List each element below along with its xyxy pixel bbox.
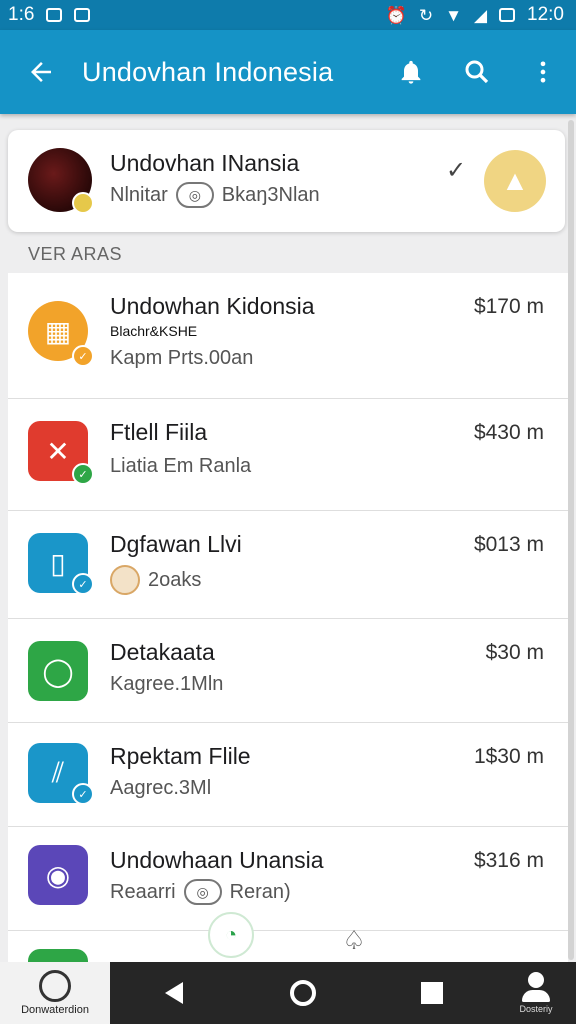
list-item-amount: $30 m xyxy=(485,641,544,664)
badge-icon: ✓ xyxy=(72,463,94,485)
status-bar: 1:6 ⏰ ↻ ▼ ◢ 12:0 xyxy=(0,0,576,30)
account-subtitle: Nlnitar ◎ Bkaŋ3Nlan xyxy=(110,182,320,208)
list-item-subtitle: Kapm Prts.00an xyxy=(110,347,254,369)
list-item[interactable]: ⫽ ✓ Rpektam Flile Aagrec.3Ml 1$30 m xyxy=(8,723,568,827)
list-item-title: Undowhaan Unansia xyxy=(110,847,324,873)
profile-caption: Donwaterdion xyxy=(21,1004,89,1016)
account-action-button[interactable]: ▲ xyxy=(484,150,546,212)
verified-badge-icon xyxy=(72,192,94,214)
smile-icon: ◎ xyxy=(183,879,222,905)
user-caption: Dosteriy xyxy=(519,1004,553,1014)
list-item-amount: 1$30 m xyxy=(473,745,544,768)
profile-avatar-icon xyxy=(39,970,71,1002)
battery-icon xyxy=(499,8,516,22)
status-time-right: 12:0 xyxy=(527,4,564,25)
page-title: Undovhan Indonesia xyxy=(82,56,334,87)
search-icon xyxy=(465,60,489,84)
coin-icon xyxy=(110,565,140,595)
list-item[interactable]: ◯ Detakaata Kagree.1Mln $30 m xyxy=(8,619,568,723)
nav-home-icon xyxy=(290,980,316,1006)
more-options-button[interactable] xyxy=(510,30,576,114)
list-item-sub-left: Reaarri xyxy=(110,880,176,903)
list-item-amount: $170 m xyxy=(473,295,544,318)
arrow-left-icon xyxy=(31,62,51,82)
list-item-amount: $013 m xyxy=(473,533,544,556)
back-button[interactable] xyxy=(0,30,82,114)
user-icon-body xyxy=(522,990,551,1002)
list-item-title: Ftlell Fiila xyxy=(110,419,208,445)
list-item-title: Undowhan Kidonsia xyxy=(110,293,315,319)
nav-home-button[interactable] xyxy=(239,962,368,1024)
list-item[interactable] xyxy=(8,931,568,963)
nav-back-icon xyxy=(165,982,184,1004)
status-time-left: 1:6 xyxy=(8,4,35,25)
more-vert-icon xyxy=(540,61,546,83)
nav-back-button[interactable] xyxy=(110,962,239,1024)
list-item-title: Dgfawan Llvi xyxy=(110,531,242,557)
list-item-amount: $430 m xyxy=(473,421,544,444)
list-item-subtitle: Kagree.1Mln xyxy=(110,673,224,695)
chat-icon[interactable]: ◔ xyxy=(208,912,254,958)
account-card[interactable]: Undovhan INansia Nlnitar ◎ Bkaŋ3Nlan ✓ ▲ xyxy=(8,130,565,232)
app-bar: Undovhan Indonesia xyxy=(0,30,576,114)
search-icon: ◯ xyxy=(28,641,88,701)
person-icon: ▲ xyxy=(501,165,529,196)
gallery-icon xyxy=(46,8,63,22)
list-item-sub-text: 2oaks xyxy=(148,568,202,591)
list-item[interactable]: ✕ ✓ Ftlell Fiila Liatia Em Ranla $430 m xyxy=(8,399,568,511)
list-item-note: Blachr&KSHE xyxy=(110,323,198,339)
list-item-subtitle: Liatia Em Ranla xyxy=(110,455,252,477)
account-sub-right: Bkaŋ3Nlan xyxy=(221,183,320,206)
camera-icon: ◉ xyxy=(28,845,88,905)
smile-icon: ◎ xyxy=(175,182,214,208)
list-item-subtitle: Reaarri ◎ Reran) xyxy=(110,879,291,905)
wifi-icon: ▼ xyxy=(445,5,462,25)
search-button[interactable] xyxy=(444,30,510,114)
nav-recents-button[interactable] xyxy=(367,962,496,1024)
signal-icon: ◢ xyxy=(473,5,488,25)
profile-tab[interactable]: Donwaterdion xyxy=(0,962,110,1024)
badge-icon: ✓ xyxy=(72,783,94,805)
section-label: VER ARAS xyxy=(28,244,123,264)
sync-icon: ↻ xyxy=(418,5,434,25)
list-item-sub-right: Reran) xyxy=(229,880,291,903)
list-item[interactable]: ▯ ✓ Dgfawan Llvi 2oaks $013 m xyxy=(8,511,568,619)
check-icon: ✓ xyxy=(446,157,467,184)
list-item-amount: $316 m xyxy=(473,849,544,872)
list-item[interactable]: ▦ ✓ Undowhan Kidonsia Blachr&KSHE Kapm P… xyxy=(8,273,568,399)
partial-item-icon xyxy=(28,949,88,963)
cast-icon xyxy=(74,8,91,22)
account-name: Undovhan INansia xyxy=(110,150,300,176)
bell-icon xyxy=(401,60,421,84)
nav-recents-icon xyxy=(420,982,443,1004)
alarm-icon: ⏰ xyxy=(385,5,407,25)
list-item-subtitle: Aagrec.3Ml xyxy=(110,777,212,799)
list-item-subtitle: 2oaks xyxy=(110,565,201,595)
list-item-title: Rpektam Flile xyxy=(110,743,251,769)
badge-icon: ✓ xyxy=(72,573,94,595)
list-item-title: Detakaata xyxy=(110,639,215,665)
notifications-button[interactable] xyxy=(378,30,444,114)
bell-outline-icon[interactable]: ♤ xyxy=(336,912,372,956)
list-item[interactable]: ◉ Undowhaan Unansia Reaarri ◎ Reran) $31… xyxy=(8,827,568,931)
account-list: ▦ ✓ Undowhan Kidonsia Blachr&KSHE Kapm P… xyxy=(8,273,568,963)
system-nav-bar: Donwaterdion Dosteriy xyxy=(0,962,576,1024)
user-tab[interactable]: Dosteriy xyxy=(496,962,576,1024)
account-sub-left: Nlnitar xyxy=(110,183,168,206)
scrollbar[interactable] xyxy=(568,120,574,960)
badge-icon: ✓ xyxy=(72,345,94,367)
user-icon xyxy=(528,972,545,988)
